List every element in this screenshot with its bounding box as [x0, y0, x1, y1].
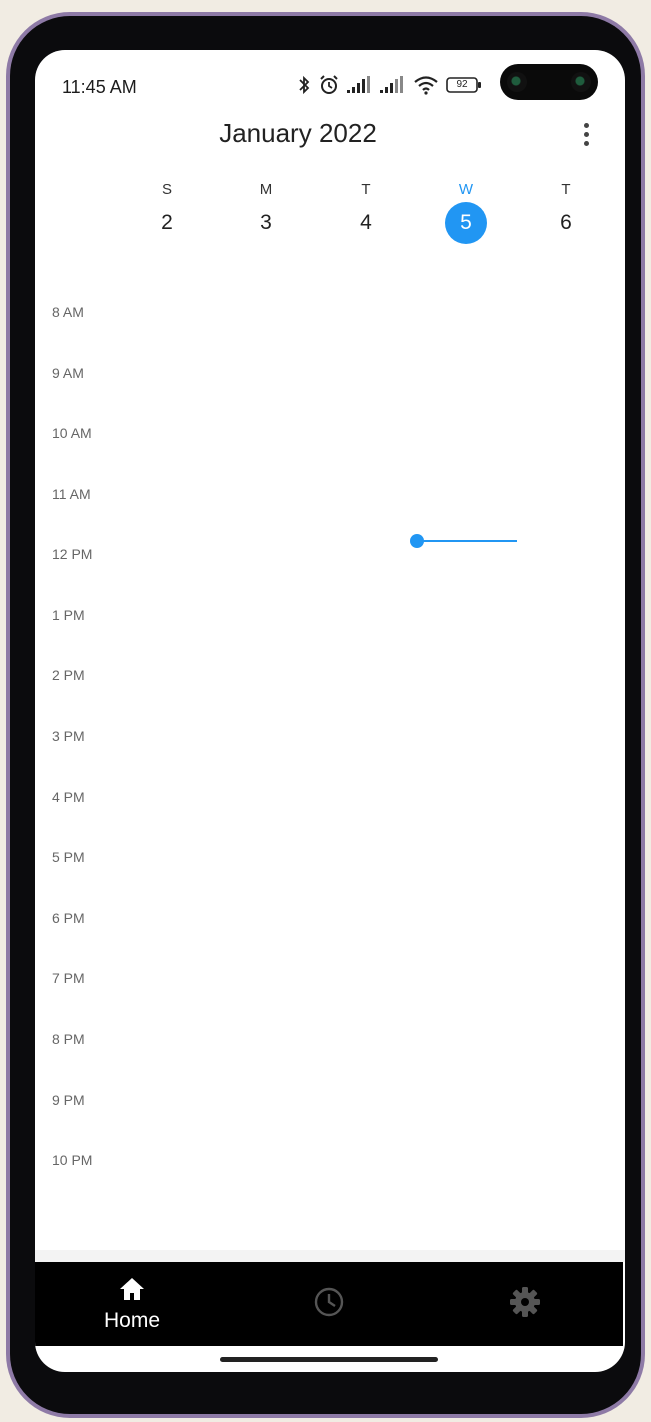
nav-settings[interactable] [465, 1262, 585, 1346]
hour-label: 10 PM [52, 1152, 93, 1168]
nav-home[interactable]: Home [72, 1262, 192, 1346]
hour-label: 4 PM [52, 789, 85, 805]
day-number: 6 [560, 211, 572, 234]
nav-home-label: Home [103, 1308, 161, 1332]
camera-lens-icon [571, 72, 591, 92]
status-bar: 11:45 AM 92 [35, 50, 625, 100]
day-letter: W [458, 181, 474, 198]
signal-icon [347, 76, 373, 94]
day-column-0[interactable]: S 2 [137, 178, 197, 244]
wifi-icon [413, 75, 439, 95]
day-column-today[interactable]: W 5 [436, 178, 496, 244]
hour-label: 8 AM [52, 304, 84, 320]
home-icon [118, 1276, 146, 1307]
signal-icon [380, 76, 406, 94]
bluetooth-icon [297, 75, 311, 95]
camera-cutout [500, 64, 598, 100]
hour-label: 1 PM [52, 607, 85, 623]
status-time: 11:45 AM [62, 77, 137, 97]
day-column-2[interactable]: T 4 [336, 178, 396, 244]
hour-label: 5 PM [52, 849, 85, 865]
week-strip: S 2 M 3 T 4 W 5 T 6 [35, 178, 625, 248]
gear-icon [509, 1286, 541, 1323]
day-number: 4 [360, 211, 372, 234]
hour-label: 9 AM [52, 365, 84, 381]
camera-lens-icon [507, 72, 527, 92]
day-letter: S [161, 181, 172, 198]
clock-icon [313, 1286, 345, 1323]
battery-level: 92 [456, 79, 468, 90]
battery-icon: 92 [446, 76, 482, 94]
more-vert-icon[interactable] [575, 116, 597, 152]
hour-label: 9 PM [52, 1092, 85, 1108]
month-title[interactable]: January 2022 [35, 118, 561, 149]
hour-label: 3 PM [52, 728, 85, 744]
day-number: 3 [260, 211, 272, 234]
day-number-today: 5 [445, 202, 487, 244]
hour-label: 7 PM [52, 970, 85, 986]
hour-label: 11 AM [52, 486, 91, 502]
day-letter: M [259, 181, 273, 198]
current-time-line [415, 540, 517, 542]
nav-history[interactable] [269, 1262, 389, 1346]
hour-label: 10 AM [52, 425, 92, 441]
bottom-divider [35, 1250, 625, 1262]
hour-label: 8 PM [52, 1031, 85, 1047]
hour-label: 12 PM [52, 546, 93, 562]
day-column-4[interactable]: T 6 [536, 178, 596, 244]
day-letter: T [361, 181, 371, 198]
alarm-icon [318, 74, 340, 96]
home-indicator[interactable] [220, 1357, 438, 1362]
bottom-navigation: Home [35, 1262, 623, 1346]
hour-label: 2 PM [52, 667, 85, 683]
status-icons: 92 [297, 74, 482, 96]
day-number: 2 [161, 211, 173, 234]
app-screen: 11:45 AM 92 January 2022 S 2 M 3 T 4 W 5… [35, 50, 625, 1372]
calendar-header: January 2022 [35, 110, 625, 158]
hour-label: 6 PM [52, 910, 85, 926]
day-column-1[interactable]: M 3 [236, 178, 296, 244]
day-letter: T [561, 181, 571, 198]
current-time-dot [410, 534, 424, 548]
